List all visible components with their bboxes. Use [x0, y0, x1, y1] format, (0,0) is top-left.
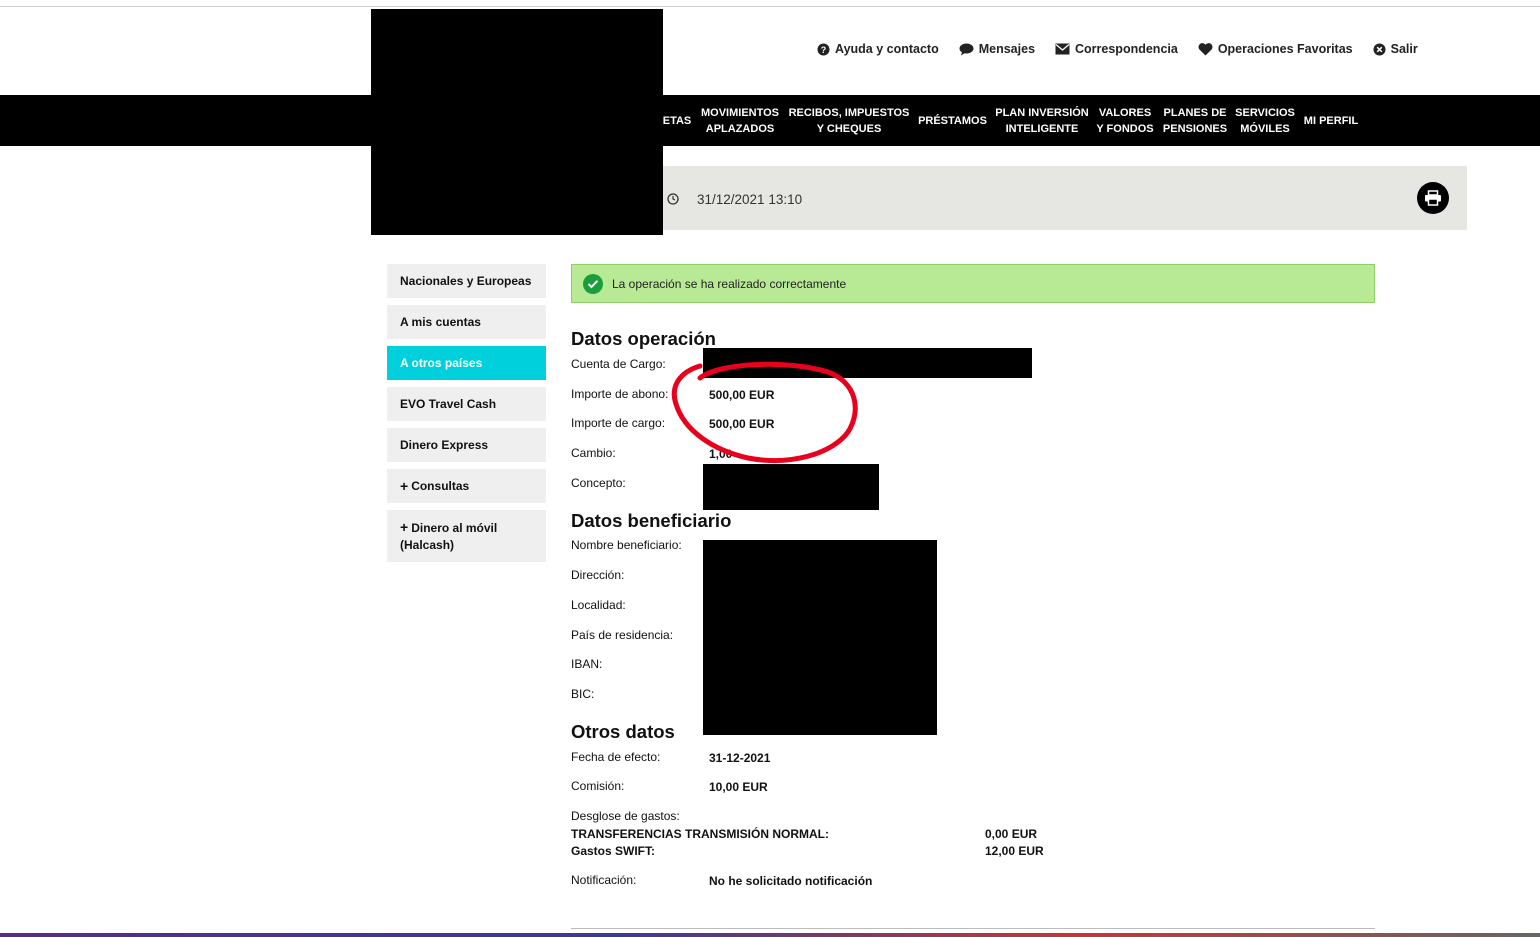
nav-item-movimientos-aplazados[interactable]: MOVIMIENTOS APLAZADOS: [698, 95, 782, 146]
messages-label: Mensajes: [978, 42, 1036, 56]
sidebar-item-label: Consultas: [411, 478, 470, 493]
section-title-beneficiario: Datos beneficiario: [571, 510, 732, 531]
help-contact-link[interactable]: ? Ayuda y contacto: [817, 42, 939, 56]
sidebar-item-evo-travel-cash[interactable]: EVO Travel Cash: [387, 387, 546, 421]
cuenta-cargo-label: Cuenta de Cargo:: [571, 357, 666, 371]
sidebar-item-label: A mis cuentas: [400, 314, 481, 329]
main-nav: ETAS MOVIMIENTOS APLAZADOS RECIBOS, IMPU…: [0, 95, 1540, 146]
iban-label: IBAN:: [571, 657, 603, 671]
favorites-link[interactable]: Operaciones Favoritas: [1198, 42, 1353, 56]
nav-item-mi-perfil[interactable]: MI PERFIL: [1300, 95, 1362, 146]
transferencias-label: TRANSFERENCIAS TRANSMISIÓN NORMAL:: [571, 827, 829, 841]
utility-links: ? Ayuda y contacto Mensajes Corresponden…: [817, 42, 1418, 56]
print-button[interactable]: [1417, 182, 1449, 214]
sidebar-item-consultas[interactable]: + Consultas: [387, 469, 546, 503]
localidad-label: Localidad:: [571, 598, 626, 612]
check-circle-icon: [583, 273, 603, 294]
importe-abono-label: Importe de abono:: [571, 387, 669, 401]
sidebar-item-otros-paises[interactable]: A otros países: [387, 346, 546, 380]
importe-cargo-label: Importe de cargo:: [571, 416, 666, 430]
importe-abono-value: 500,00 EUR: [709, 388, 775, 402]
redacted-logo-block: [371, 9, 663, 235]
clock-icon: [667, 193, 679, 205]
heart-icon: [1198, 42, 1213, 55]
importe-cargo-value: 500,00 EUR: [709, 417, 775, 431]
fecha-efecto-label: Fecha de efecto:: [571, 750, 661, 764]
printer-icon: [1425, 190, 1441, 206]
question-circle-icon: ?: [817, 43, 830, 55]
comision-label: Comisión:: [571, 779, 625, 793]
footer-strip: [0, 933, 1540, 937]
nav-item-prestamos[interactable]: PRÉSTAMOS: [914, 95, 991, 146]
direccion-label: Dirección:: [571, 568, 625, 582]
operation-datetime: 31/12/2021 13:10: [697, 192, 803, 207]
fecha-efecto-value: 31-12-2021: [709, 751, 771, 765]
sidebar-item-dinero-al-movil[interactable]: + Dinero al móvil (Halcash): [387, 510, 546, 562]
section-title-otros: Otros datos: [571, 721, 675, 742]
nav-item-plan-inversion[interactable]: PLAN INVERSIÓN INTELIGENTE: [993, 95, 1091, 146]
nav-item-valores-fondos[interactable]: VALORES Y FONDOS: [1094, 95, 1156, 146]
success-banner: La operación se ha realizado correctamen…: [571, 264, 1375, 303]
content-bottom-divider: [571, 928, 1375, 929]
sidebar-item-dinero-express[interactable]: Dinero Express: [387, 428, 546, 462]
nombre-beneficiario-label: Nombre beneficiario:: [571, 538, 682, 552]
sidebar-item-label: Dinero Express: [400, 437, 489, 452]
close-circle-icon: [1373, 43, 1386, 55]
notificacion-label: Notificación:: [571, 873, 637, 887]
bic-label: BIC:: [571, 687, 595, 701]
help-contact-label: Ayuda y contacto: [835, 42, 939, 56]
success-message: La operación se ha realizado correctamen…: [612, 276, 847, 291]
redacted-beneficiario-data: [703, 540, 937, 735]
top-divider: [0, 6, 1540, 7]
cambio-label: Cambio:: [571, 446, 616, 460]
nav-item-recibos[interactable]: RECIBOS, IMPUESTOS Y CHEQUES: [786, 95, 912, 146]
svg-text:?: ?: [821, 45, 827, 55]
envelope-icon: [1055, 43, 1070, 55]
correspondence-link[interactable]: Correspondencia: [1055, 42, 1178, 56]
logout-label: Salir: [1390, 42, 1418, 56]
sidebar-item-label: + Dinero al móvil (Halcash): [400, 519, 533, 554]
desglose-gastos-label: Desglose de gastos:: [571, 809, 680, 823]
section-title-operacion: Datos operación: [571, 328, 716, 349]
gastos-swift-label: Gastos SWIFT:: [571, 844, 656, 858]
sidebar-item-mis-cuentas[interactable]: A mis cuentas: [387, 305, 546, 339]
redacted-cuenta-cargo: [703, 348, 1032, 378]
logout-link[interactable]: Salir: [1373, 42, 1418, 56]
pais-residencia-label: País de residencia:: [571, 628, 674, 642]
cambio-value: 1,00: [709, 447, 733, 461]
comision-value: 10,00 EUR: [709, 780, 768, 794]
redacted-concepto: [703, 464, 879, 510]
notificacion-value: No he solicitado notificación: [709, 874, 873, 888]
correspondence-label: Correspondencia: [1075, 42, 1178, 56]
plus-icon: +: [400, 518, 409, 535]
nav-item-tarjetas[interactable]: ETAS: [660, 95, 694, 146]
plus-icon: +: [400, 477, 409, 494]
concepto-label: Concepto:: [571, 476, 626, 490]
messages-link[interactable]: Mensajes: [959, 42, 1035, 56]
nav-item-planes-pensiones[interactable]: PLANES DE PENSIONES: [1160, 95, 1230, 146]
sidebar-item-label: A otros países: [400, 355, 483, 370]
chat-bubble-icon: [959, 43, 974, 55]
sidebar-item-label: Nacionales y Europeas: [400, 273, 532, 288]
sidebar-item-label: EVO Travel Cash: [400, 396, 497, 411]
sidebar-item-nacionales[interactable]: Nacionales y Europeas: [387, 264, 546, 298]
transferencias-value: 0,00 EUR: [985, 827, 1038, 841]
gastos-swift-value: 12,00 EUR: [985, 844, 1044, 858]
transfer-sidebar: Nacionales y Europeas A mis cuentas A ot…: [387, 264, 546, 569]
sidebar-item-text: Dinero al móvil (Halcash): [400, 520, 498, 552]
favorites-label: Operaciones Favoritas: [1217, 42, 1353, 56]
nav-item-servicios-moviles[interactable]: SERVICIOS MÓVILES: [1232, 95, 1298, 146]
